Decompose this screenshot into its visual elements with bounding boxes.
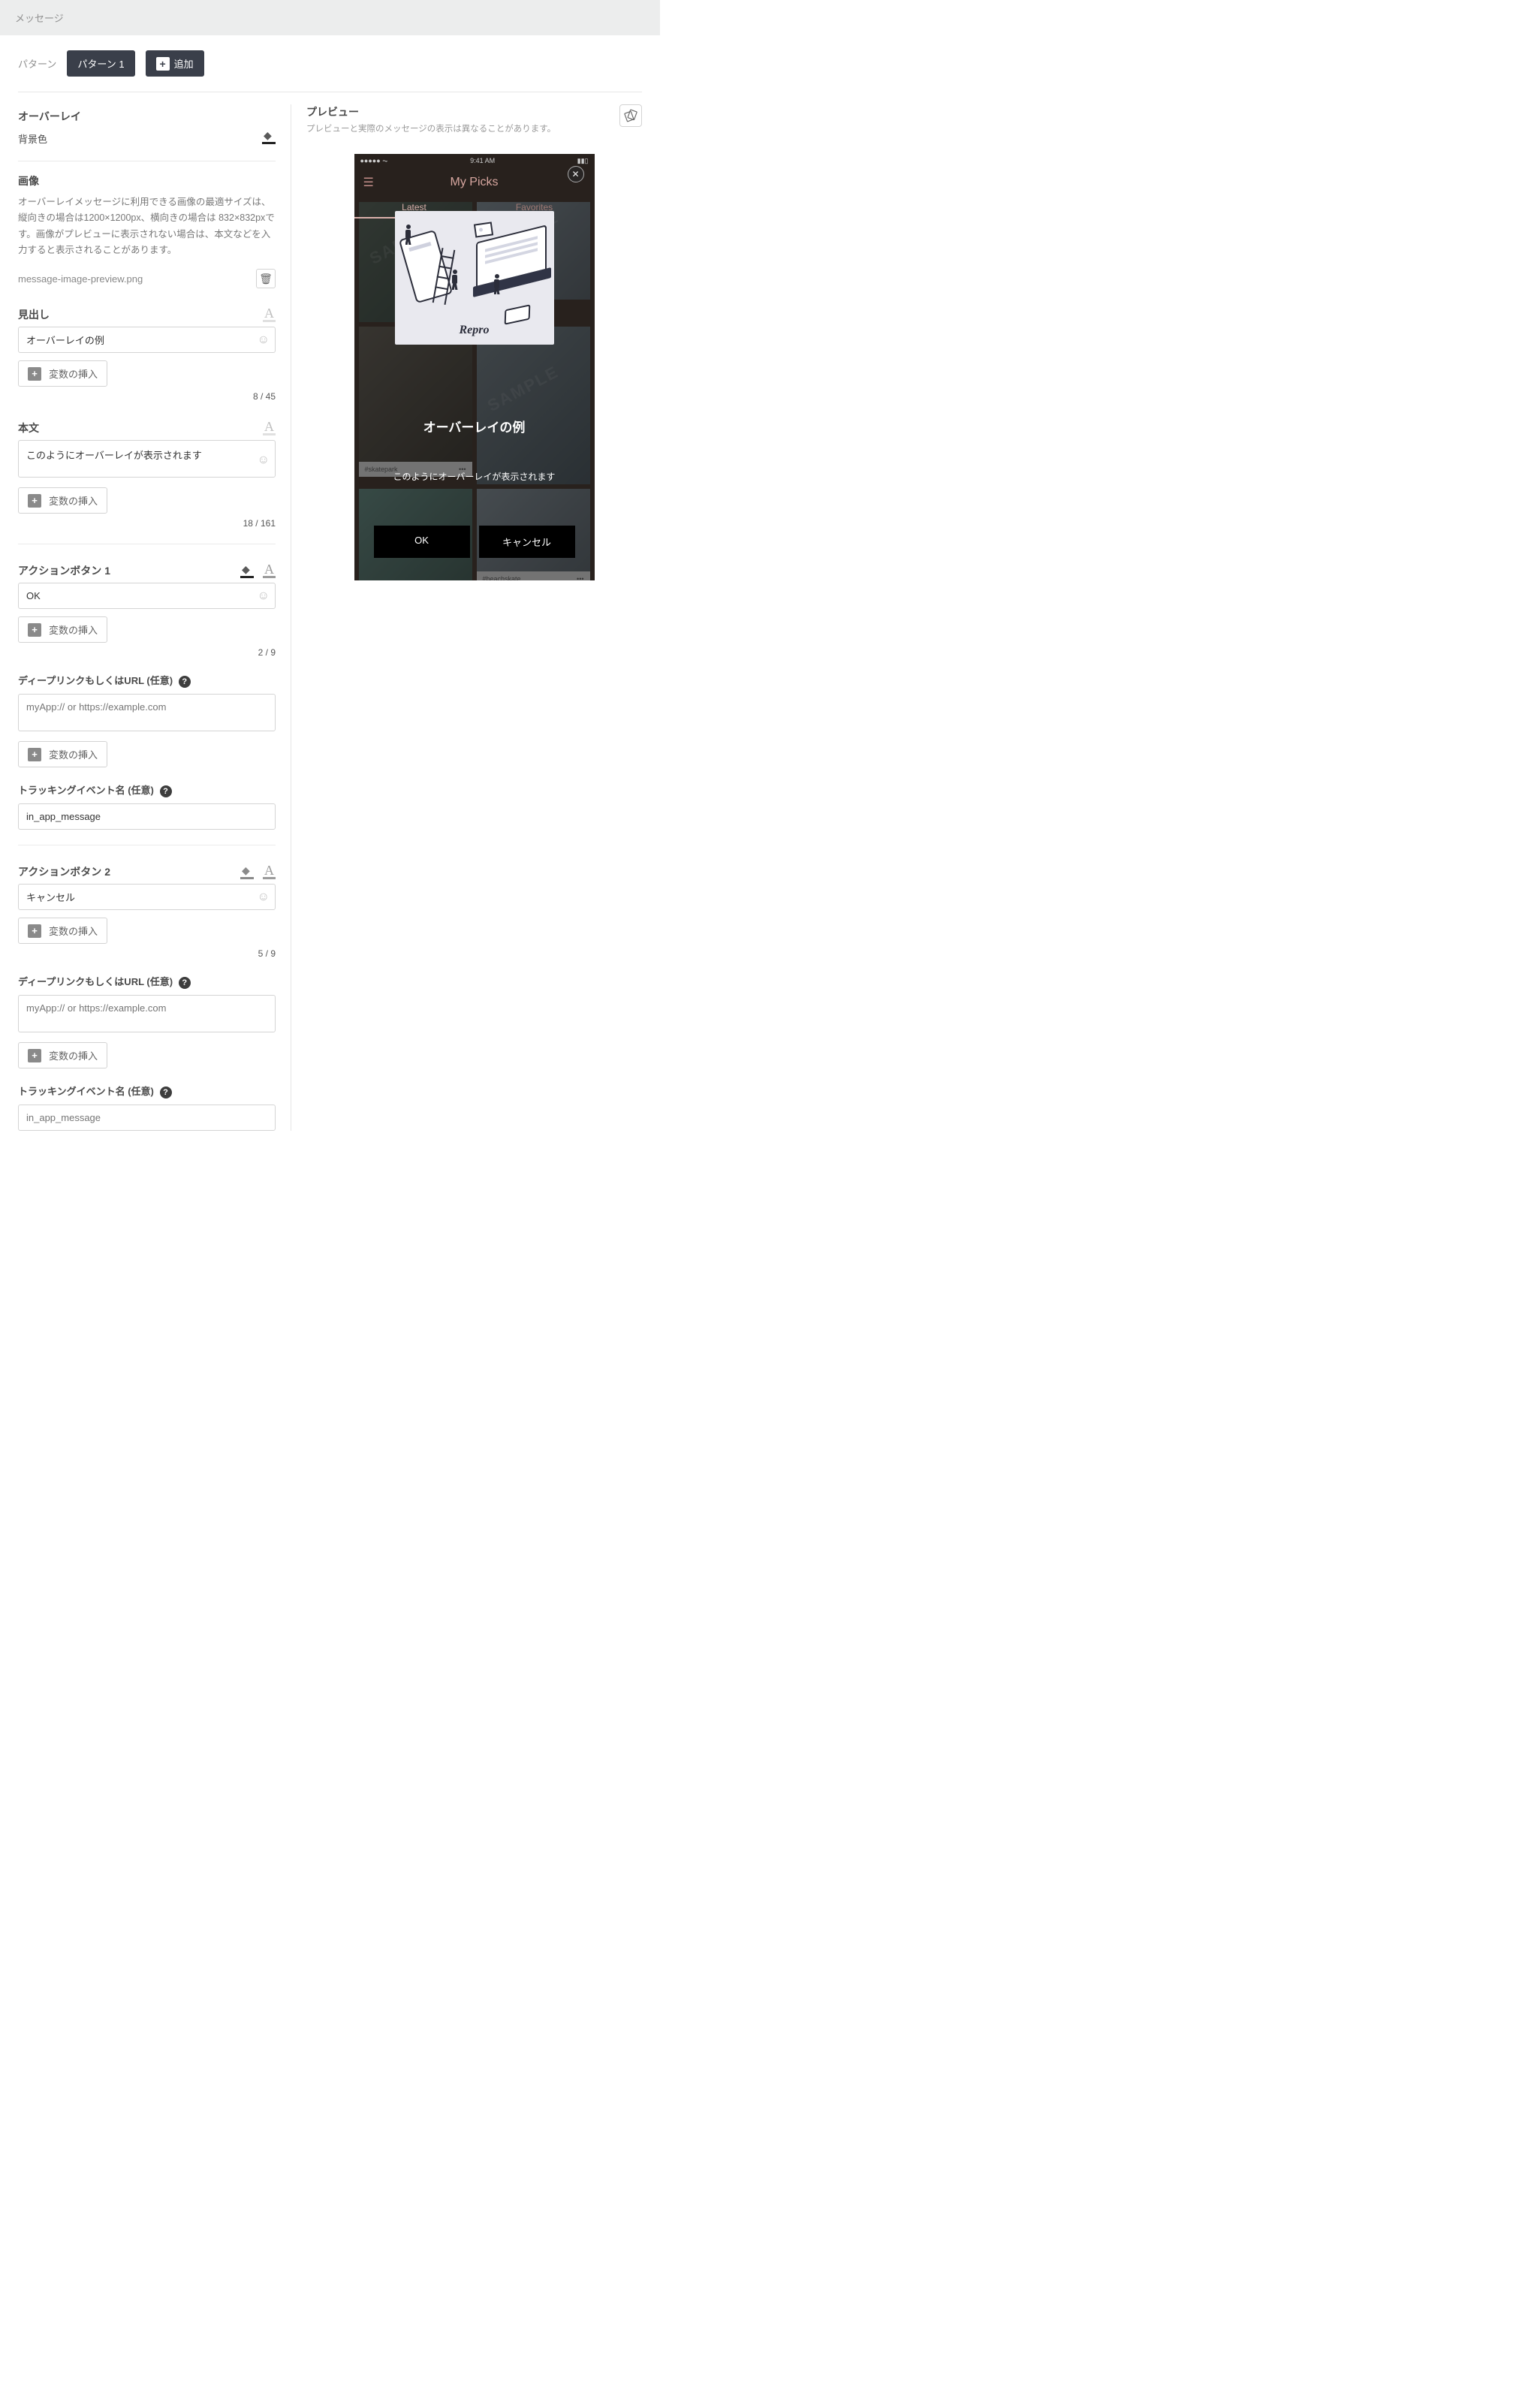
help-icon[interactable]: ? [160,1086,172,1099]
brand-label: Repro [460,324,490,337]
action1-insert-var-button[interactable]: + 変数の挿入 [18,616,107,643]
action1-deeplink-insert-var-button[interactable]: + 変数の挿入 [18,741,107,767]
action2-deeplink-insert-var-button[interactable]: + 変数の挿入 [18,1042,107,1068]
rotate-icon [624,109,637,122]
preview-note: プレビューと実際のメッセージの表示は異なることがあります。 [306,122,556,134]
text-color-icon[interactable]: A [263,863,276,879]
emoji-icon[interactable]: ☺ [258,454,270,467]
action2-tracking-input[interactable] [18,1105,276,1131]
emoji-icon[interactable]: ☺ [258,333,270,347]
trash-icon: 🗑 [259,273,273,285]
plus-icon: + [28,367,41,381]
add-pattern-button[interactable]: + 追加 [146,50,204,77]
image-description: オーバーレイメッセージに利用できる画像の最適サイズは、縦向きの場合は1200×1… [18,194,276,258]
heading-label: 見出し [18,307,50,322]
heading-input[interactable] [18,327,276,353]
help-icon[interactable]: ? [160,785,172,797]
action2-char-count: 5 / 9 [18,948,276,959]
overlay-heading: オーバーレイの例 [423,417,526,435]
body-label: 本文 [18,420,39,435]
action1-deeplink-input[interactable] [18,694,276,731]
help-icon[interactable]: ? [179,676,191,688]
preview-title: プレビュー [306,104,556,119]
action2-deeplink-input[interactable] [18,995,276,1032]
text-color-icon[interactable]: A [263,420,276,435]
plus-icon: + [28,494,41,508]
insert-var-label: 変数の挿入 [49,747,98,761]
action2-label: アクションボタン 2 [18,864,110,879]
plus-icon: + [28,623,41,637]
insert-var-label: 変数の挿入 [49,493,98,508]
plus-icon: + [28,1049,41,1062]
emoji-icon[interactable]: ☺ [258,891,270,904]
paint-bucket-icon[interactable] [240,568,254,578]
overlay-button-cancel[interactable]: キャンセル [479,526,575,558]
body-input[interactable] [18,440,276,478]
overlay-section-title: オーバーレイ [18,109,81,124]
image-file-name: message-image-preview.png [18,273,143,285]
emoji-icon[interactable]: ☺ [258,589,270,603]
page-title-bar: メッセージ [0,0,660,35]
close-icon[interactable]: ✕ [568,166,584,182]
overlay-button-ok[interactable]: OK [374,526,470,558]
delete-image-button[interactable]: 🗑 [256,269,276,288]
insert-var-label: 変数の挿入 [49,622,98,637]
heading-char-count: 8 / 45 [18,391,276,402]
image-section-title: 画像 [18,173,276,188]
action1-deeplink-label: ディープリンクもしくはURL (任意) [18,675,173,686]
action2-deeplink-label: ディープリンクもしくはURL (任意) [18,976,173,987]
action1-input[interactable] [18,583,276,609]
overlay-body: このようにオーバーレイが表示されます [393,470,556,483]
text-color-icon[interactable]: A [263,306,276,322]
rotate-preview-button[interactable] [619,104,642,127]
body-insert-var-button[interactable]: + 変数の挿入 [18,487,107,514]
help-icon[interactable]: ? [179,977,191,989]
heading-insert-var-button[interactable]: + 変数の挿入 [18,360,107,387]
body-char-count: 18 / 161 [18,518,276,529]
action1-label: アクションボタン 1 [18,563,110,578]
action2-insert-var-button[interactable]: + 変数の挿入 [18,918,107,944]
paint-bucket-icon[interactable] [240,869,254,879]
plus-icon: + [28,748,41,761]
action2-input[interactable] [18,884,276,910]
insert-var-label: 変数の挿入 [49,366,98,381]
overlay-image: Repro [395,211,554,345]
paint-bucket-icon[interactable] [262,134,276,144]
add-pattern-label: 追加 [174,56,194,71]
action1-tracking-label: トラッキングイベント名 (任意) [18,785,154,796]
overlay-preview: ✕ [354,154,595,580]
bg-color-label: 背景色 [18,131,47,146]
text-color-icon[interactable]: A [263,562,276,578]
pattern-tab-1[interactable]: パターン 1 [67,50,134,77]
action1-char-count: 2 / 9 [18,647,276,658]
pattern-label: パターン [18,56,56,71]
plus-icon: + [28,924,41,938]
action1-tracking-input[interactable] [18,803,276,830]
insert-var-label: 変数の挿入 [49,924,98,938]
preview-phone: ●●●●● ⏦ 9:41 AM ▮▮▯ ☰ My Picks Latest Fa… [354,154,595,580]
plus-icon: + [156,57,170,71]
insert-var-label: 変数の挿入 [49,1048,98,1062]
action2-tracking-label: トラッキングイベント名 (任意) [18,1086,154,1097]
